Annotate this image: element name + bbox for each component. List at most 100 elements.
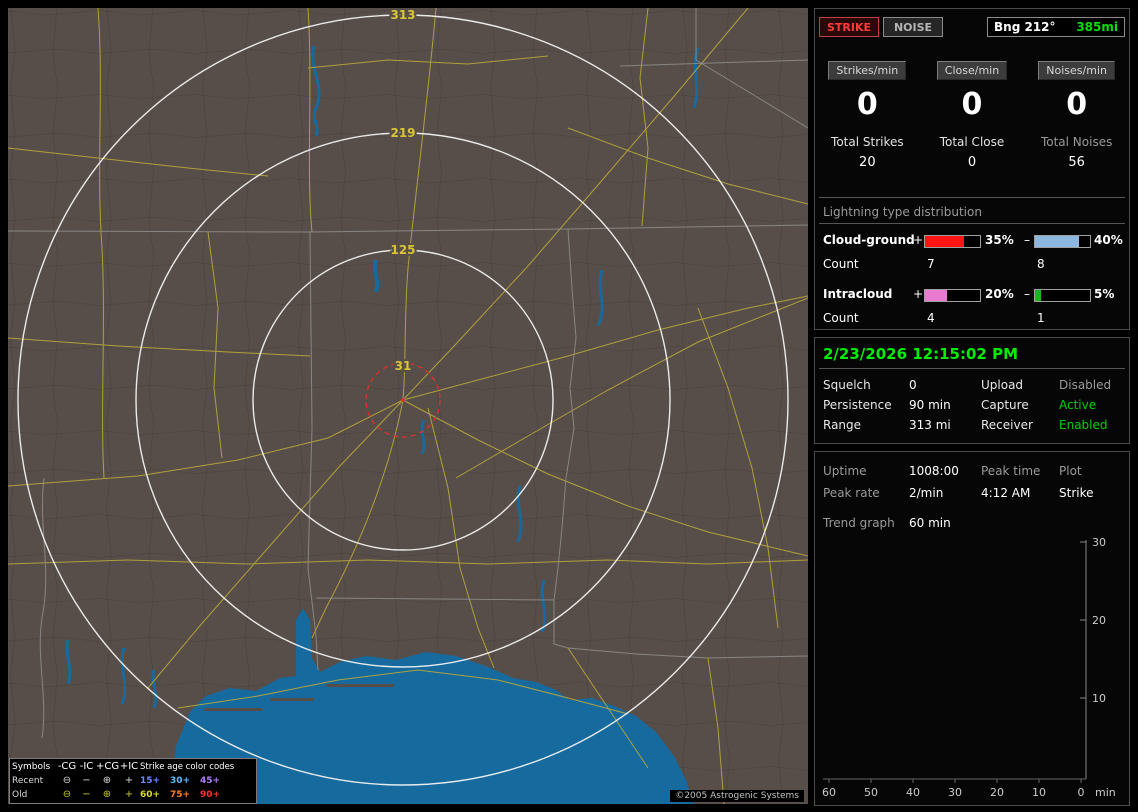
cg-negative-count: 8: [1037, 257, 1045, 271]
x-tick-20: 20: [990, 786, 1004, 799]
strikes-per-min-button[interactable]: Strikes/min: [828, 61, 907, 80]
legend-col-ncg: -CG: [57, 761, 77, 772]
datetime-display: 2/23/2026 12:15:02 PM: [823, 345, 1018, 363]
peak-rate-value: 2/min: [909, 486, 944, 500]
strikes-per-min-value: 0: [856, 87, 878, 122]
lightning-map[interactable]: 313 219 125 31 Symbols -CG -IC +CG +IC S…: [8, 8, 808, 804]
x-tick-60: 60: [822, 786, 836, 799]
cg-negative-bar: [1034, 235, 1091, 248]
uptime-value: 1008:00: [909, 464, 959, 478]
x-tick-30: 30: [948, 786, 962, 799]
cg-positive-bar: [924, 235, 981, 248]
y-tick-10: 10: [1092, 692, 1106, 705]
ic-negative-count: 1: [1037, 311, 1045, 325]
plot-label: Plot: [1059, 464, 1082, 478]
noises-per-min-button[interactable]: Noises/min: [1038, 61, 1115, 80]
old-nic-icon: −: [82, 789, 91, 800]
status-row: Squelch 0 Upload Disabled: [815, 378, 1129, 396]
cg-negative-percent: 40%: [1094, 233, 1123, 247]
range-value: 313 mi: [909, 418, 951, 432]
trend-graph: 30 20 10 60 50 40 30 20 10 0 min: [822, 536, 1116, 799]
status-row: Persistence 90 min Capture Active: [815, 398, 1129, 416]
intracloud-label: Intracloud: [823, 287, 893, 301]
count-label: Count: [823, 311, 859, 325]
trend-graph-value: 60 min: [909, 516, 951, 530]
plus-sign: +: [913, 287, 924, 301]
receiver-status-box: 2/23/2026 12:15:02 PM Squelch 0 Upload D…: [814, 337, 1130, 444]
plot-value: Strike: [1059, 486, 1094, 500]
y-tick-30: 30: [1092, 536, 1106, 549]
x-tick-0: 0: [1078, 786, 1085, 799]
total-strikes-label: Total Strikes: [831, 135, 904, 149]
close-per-min-button[interactable]: Close/min: [936, 61, 1008, 80]
rate-labels-row: Strikes/min Close/min Noises/min: [815, 61, 1129, 80]
bearing-distance-display: Bng 212° 385mi: [987, 17, 1125, 37]
capture-status: Active: [1059, 398, 1097, 412]
ring-label-313: 313: [390, 8, 415, 22]
session-stats-box: Uptime 1008:00 Peak time Plot Peak rate …: [814, 451, 1130, 806]
total-strikes-value: 20: [859, 155, 876, 170]
ic-positive-percent: 20%: [985, 287, 1014, 301]
noise-button[interactable]: NOISE: [883, 17, 943, 37]
squelch-value: 0: [909, 378, 917, 392]
peak-time-value: 4:12 AM: [981, 486, 1031, 500]
ring-label-219: 219: [390, 126, 415, 140]
totals-values-row: 20 0 56: [815, 155, 1129, 170]
recent-pcg-icon: ⊕: [102, 775, 112, 786]
legend-col-pcg: +CG: [96, 761, 120, 772]
age-60: 60+: [140, 790, 161, 800]
old-pic-icon: +: [124, 789, 134, 800]
receiver-label: Receiver: [981, 418, 1033, 432]
rate-values-row: 0 0 0: [815, 87, 1129, 122]
upload-status: Disabled: [1059, 378, 1112, 392]
legend-col-nic: -IC: [79, 761, 94, 772]
x-tick-50: 50: [864, 786, 878, 799]
ic-positive-bar: [924, 289, 981, 302]
capture-label: Capture: [981, 398, 1029, 412]
persistence-label: Persistence: [823, 398, 892, 412]
section-divider: [819, 368, 1125, 369]
trend-graph-label: Trend graph: [823, 516, 895, 530]
recent-pic-icon: +: [124, 775, 134, 786]
session-row: Peak rate 2/min 4:12 AM Strike: [815, 486, 1129, 504]
noises-per-min-value: 0: [1066, 87, 1088, 122]
recent-nic-icon: −: [82, 775, 91, 786]
receiver-status: Enabled: [1059, 418, 1108, 432]
intracloud-row: Intracloud + 20% – 5%: [815, 287, 1129, 307]
map-canvas[interactable]: 313 219 125 31: [8, 8, 808, 804]
legend-symbols-title: Symbols: [12, 762, 51, 772]
distribution-title: Lightning type distribution: [819, 205, 1125, 224]
total-noises-label: Total Noises: [1040, 135, 1113, 149]
symbols-legend: Symbols -CG -IC +CG +IC Strike age color…: [9, 758, 257, 804]
total-close-value: 0: [967, 155, 977, 170]
ic-positive-bar-fill: [925, 290, 947, 301]
old-pcg-icon: ⊕: [102, 789, 112, 800]
minus-sign: –: [1024, 233, 1030, 247]
bearing-value: Bng 212°: [994, 20, 1056, 34]
persistence-value: 90 min: [909, 398, 951, 412]
cloud-ground-label: Cloud-ground: [823, 233, 915, 247]
ring-label-125: 125: [390, 243, 415, 257]
intracloud-count-row: Count 4 1: [815, 311, 1129, 331]
age-75: 75+: [170, 790, 191, 800]
section-divider: [819, 197, 1125, 198]
cg-positive-count: 7: [927, 257, 935, 271]
peak-rate-label: Peak rate: [823, 486, 880, 500]
strike-button[interactable]: STRIKE: [819, 17, 879, 37]
legend-old-label: Old: [12, 790, 28, 800]
recent-ncg-icon: ⊖: [62, 775, 72, 786]
old-ncg-icon: ⊖: [62, 789, 72, 800]
x-tick-40: 40: [906, 786, 920, 799]
range-label: Range: [823, 418, 862, 432]
ic-negative-bar: [1034, 289, 1091, 302]
cg-negative-bar-fill: [1035, 236, 1079, 247]
uptime-label: Uptime: [823, 464, 867, 478]
squelch-label: Squelch: [823, 378, 871, 392]
copyright-notice: ©2005 Astrogenic Systems: [670, 790, 804, 802]
cloud-ground-row: Cloud-ground + 35% – 40%: [815, 233, 1129, 253]
close-per-min-value: 0: [961, 87, 983, 122]
cloud-ground-count-row: Count 7 8: [815, 257, 1129, 277]
ring-label-31: 31: [395, 359, 412, 373]
upload-label: Upload: [981, 378, 1024, 392]
status-panel: STRIKE NOISE Bng 212° 385mi Strikes/min …: [814, 8, 1132, 806]
